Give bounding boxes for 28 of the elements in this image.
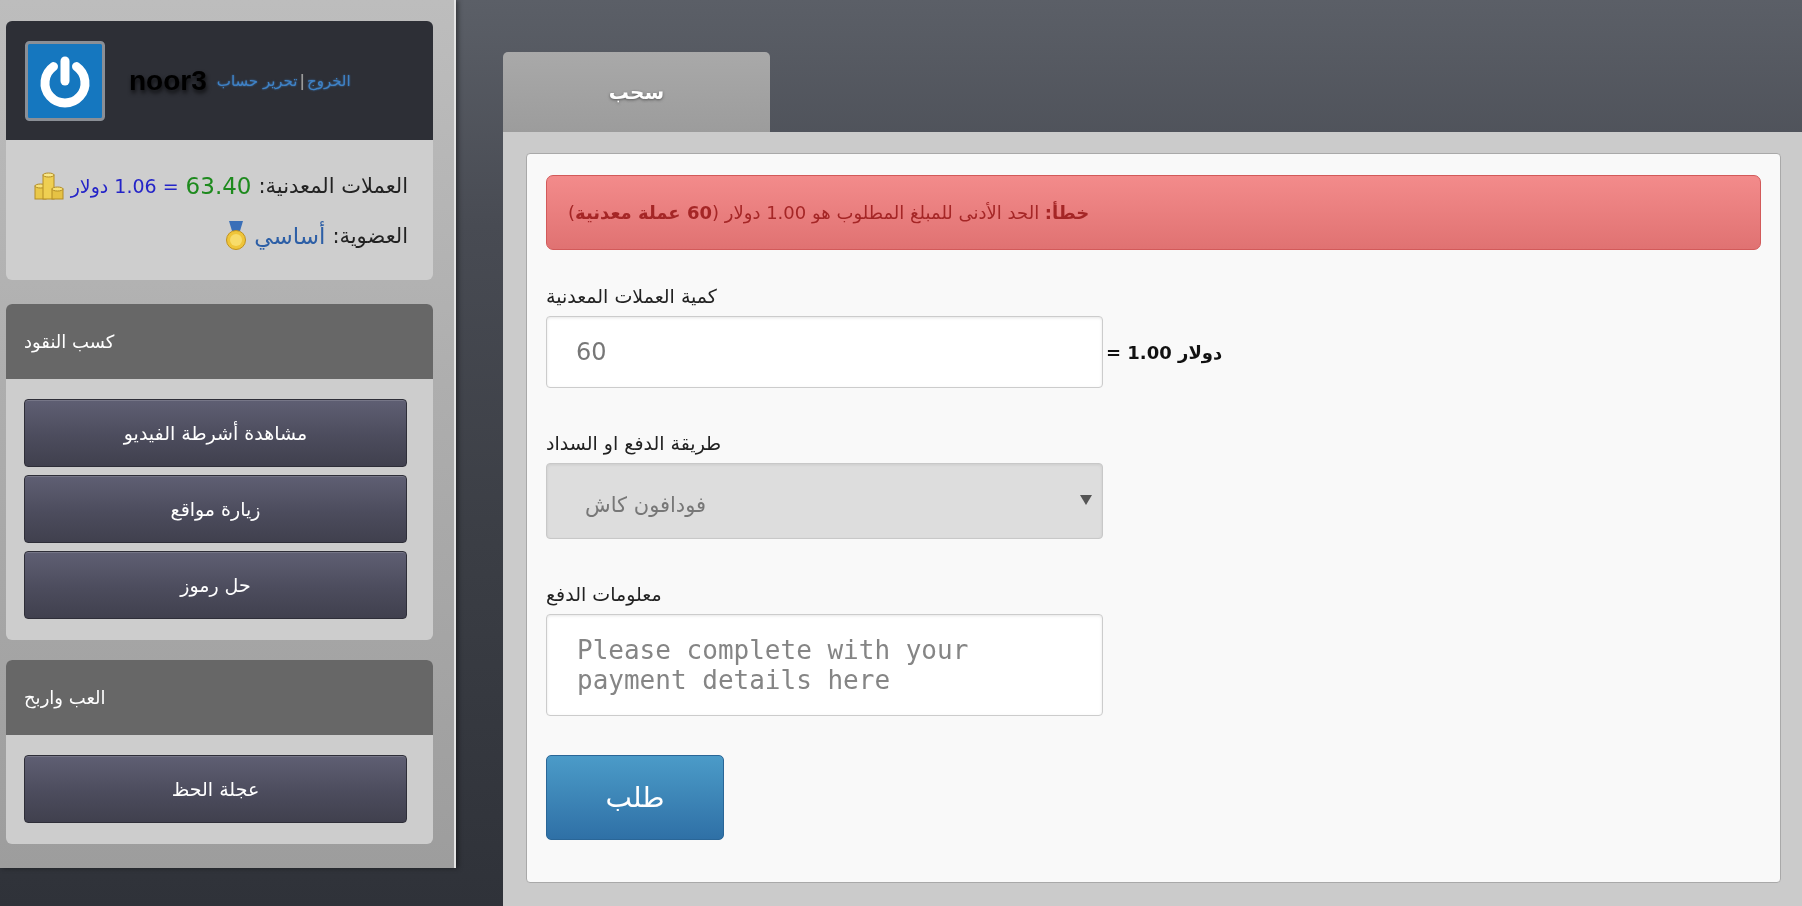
field-label: طريقة الدفع او السداد <box>546 431 722 456</box>
tab[interactable]: سحب <box>503 52 770 132</box>
error-alert: خطأ: الحد الأدنى للمبلغ المطلوب هو 1.00 دولار (60 عملة معدنية) <box>546 175 1761 250</box>
dollar-value: = 1.06 دولار <box>70 175 179 197</box>
textarea-field[interactable]: Please complete with your payment details here <box>546 614 1103 716</box>
menu-button[interactable]: زيارة مواقع <box>24 475 407 543</box>
field-label: كمية العملات المعدنية <box>546 284 717 309</box>
section-title: كسب النقود <box>6 304 433 379</box>
stat-value: أساسي <box>254 223 326 249</box>
menu-button[interactable]: مشاهدة أشرطة الفيديو <box>24 399 407 467</box>
conversion-text: = 1.00 دولار <box>1106 341 1223 363</box>
section-title: العب واربح <box>6 660 433 735</box>
power-icon[interactable] <box>25 40 105 121</box>
account-link[interactable]: الخروج <box>306 71 351 90</box>
submit-button[interactable]: طلب <box>546 755 724 840</box>
caret-icon <box>1080 495 1092 505</box>
menu-button[interactable]: عجلة الحظ <box>24 755 407 823</box>
stat-label: العملات المعدنية: <box>258 174 408 198</box>
link-separator: | <box>299 71 305 90</box>
stat-label: العضوية: <box>332 224 408 248</box>
payment-method-select[interactable]: فودافون كاش <box>546 463 1103 539</box>
stat-value: 63.40 <box>185 173 252 199</box>
medal-icon <box>225 221 248 251</box>
account-link[interactable]: تحرير حساب <box>216 71 298 90</box>
field-label: معلومات الدفع <box>546 582 662 607</box>
coins-icon <box>33 172 64 200</box>
amount-input[interactable]: 60 <box>546 316 1103 388</box>
menu-button[interactable]: حل رموز <box>24 551 407 619</box>
